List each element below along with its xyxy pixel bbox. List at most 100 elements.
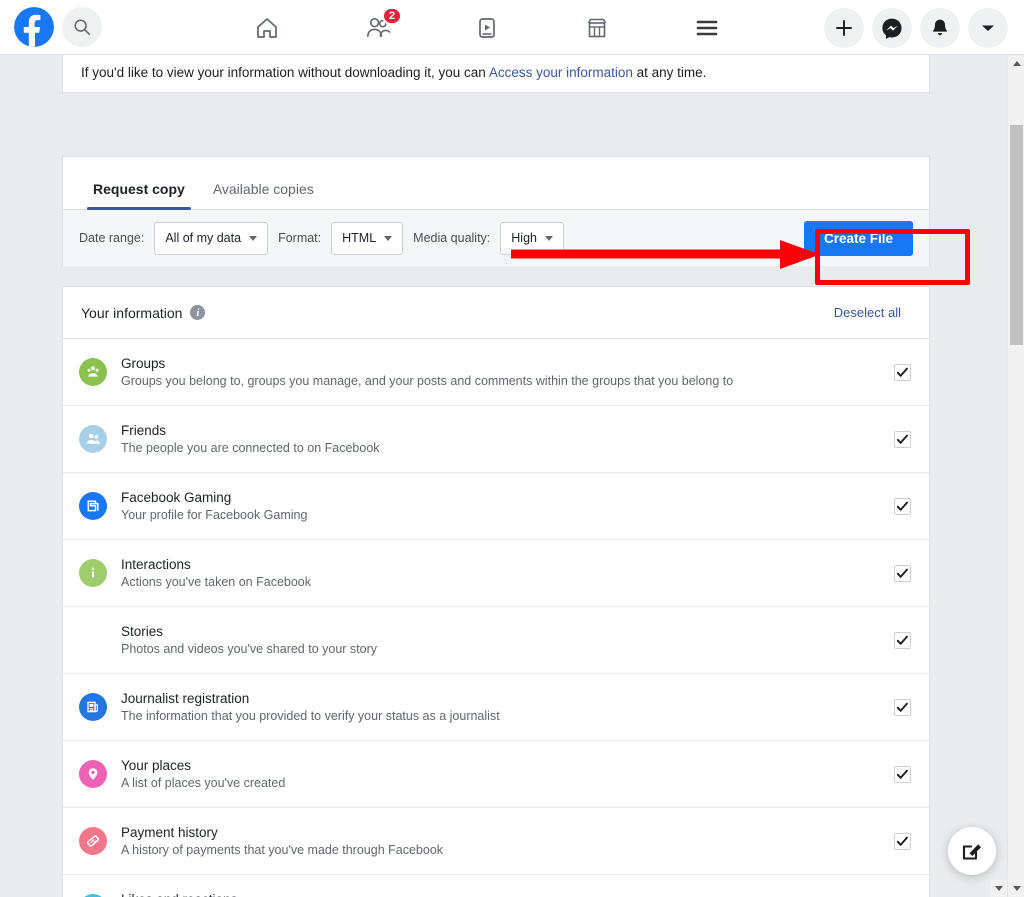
row-checkbox[interactable] [894, 632, 911, 649]
gaming-icon [79, 492, 107, 520]
row-title: Payment history [121, 825, 443, 840]
notice-text-before: If you'd like to view your information w… [81, 65, 489, 80]
checkmark-icon [896, 634, 909, 647]
media-quality-select[interactable]: High [500, 222, 564, 255]
checkmark-icon [896, 500, 909, 513]
information-row[interactable]: Payment historyA history of payments tha… [63, 808, 929, 875]
information-row[interactable]: InteractionsActions you've taken on Face… [63, 540, 929, 607]
nav-tab-watch[interactable] [432, 0, 542, 55]
row-checkbox[interactable] [894, 699, 911, 716]
info-icon[interactable]: i [190, 305, 205, 320]
bell-icon [930, 18, 950, 38]
compose-icon [960, 839, 984, 863]
notifications-button[interactable] [920, 8, 960, 48]
date-range-label: Date range: [79, 231, 144, 245]
access-your-information-link[interactable]: Access your information [489, 65, 633, 80]
information-rows-container: Groups Groups you belong to, groups you m… [63, 339, 929, 897]
search-icon [73, 18, 91, 36]
nav-left-group [0, 7, 102, 47]
stories-icon [79, 626, 107, 654]
row-checkbox[interactable] [894, 364, 911, 381]
messenger-button[interactable] [872, 8, 912, 48]
messenger-icon [881, 17, 903, 39]
row-text-group: Journalist registrationThe information t… [121, 691, 500, 723]
row-text-group: Groups Groups you belong to, groups you m… [121, 356, 733, 388]
row-text-group: Stories Photos and videos you've shared t… [121, 624, 377, 656]
deselect-all-button[interactable]: Deselect all [824, 299, 911, 326]
notice-text: If you'd like to view your information w… [81, 65, 706, 80]
scroll-up-arrow-icon [1013, 61, 1021, 66]
nav-tab-home[interactable] [212, 0, 322, 55]
information-row[interactable]: FriendsThe people you are connected to o… [63, 406, 929, 473]
filter-row: Date range: All of my data Format: HTML … [63, 210, 929, 266]
scrollbar-thumb[interactable] [1010, 125, 1023, 345]
row-description: The people you are connected to on Faceb… [121, 441, 380, 455]
top-navigation-bar: 2 [0, 0, 1024, 55]
row-title: Journalist registration [121, 691, 500, 706]
information-row[interactable]: Stories Photos and videos you've shared t… [63, 607, 929, 674]
create-button[interactable] [824, 8, 864, 48]
checkmark-icon [896, 701, 909, 714]
information-row[interactable]: Journalist registrationThe information t… [63, 674, 929, 741]
facebook-logo-icon[interactable] [14, 7, 54, 47]
information-row[interactable]: Likes and reactionsPosts, comments and P… [63, 875, 929, 897]
notice-text-after: at any time. [633, 65, 707, 80]
page-scroll-area: If you'd like to view your information w… [0, 55, 1007, 897]
tab-available-copies[interactable]: Available copies [199, 181, 328, 209]
row-title: Likes and reactions [121, 892, 446, 897]
nav-tab-menu[interactable] [652, 0, 762, 55]
caret-down-icon [249, 236, 257, 241]
row-title: Groups [121, 356, 733, 371]
plus-icon [835, 19, 853, 37]
friends-icon [79, 425, 107, 453]
payment-icon [79, 827, 107, 855]
hamburger-menu-icon [695, 18, 719, 38]
checkmark-icon [896, 433, 909, 446]
nav-center-tabs: 2 [212, 0, 762, 55]
page-scrollbar[interactable] [1007, 55, 1024, 897]
secondary-scroll-down-button[interactable] [990, 880, 1007, 897]
row-checkbox[interactable] [894, 766, 911, 783]
checkmark-icon [896, 366, 909, 379]
row-text-group: FriendsThe people you are connected to o… [121, 423, 380, 455]
your-information-panel: Your information i Deselect all GroupsGr… [62, 286, 930, 897]
row-checkbox[interactable] [894, 498, 911, 515]
format-select[interactable]: HTML [331, 222, 403, 255]
media-quality-value: High [511, 231, 537, 245]
tab-request-copy[interactable]: Request copy [79, 181, 199, 209]
search-button[interactable] [62, 7, 102, 47]
nav-tab-marketplace[interactable] [542, 0, 652, 55]
row-description: Groups you belong to, groups you manage,… [121, 374, 733, 388]
information-row[interactable]: Facebook GamingYour profile for Facebook… [63, 473, 929, 540]
row-description: Photos and videos you've shared to your … [121, 642, 377, 656]
media-quality-label: Media quality: [413, 231, 490, 245]
row-description: A list of places you've created [121, 776, 285, 790]
interactions-icon [79, 559, 107, 587]
watch-icon [475, 16, 499, 40]
scroll-down-arrow-icon [995, 886, 1003, 891]
caret-down-icon [545, 236, 553, 241]
groups-icon [79, 358, 107, 386]
nav-tab-friends[interactable]: 2 [322, 0, 432, 55]
account-menu-button[interactable] [968, 8, 1008, 48]
scrollbar-down-button[interactable] [1008, 880, 1024, 897]
home-icon [254, 15, 280, 41]
row-checkbox[interactable] [894, 565, 911, 582]
row-text-group: Facebook GamingYour profile for Facebook… [121, 490, 307, 522]
information-row[interactable]: Your places A list of places you've creat… [63, 741, 929, 808]
date-range-select[interactable]: All of my data [154, 222, 268, 255]
marketplace-icon [585, 16, 609, 40]
compose-fab-button[interactable] [948, 827, 996, 875]
format-label: Format: [278, 231, 321, 245]
caret-down-icon [384, 236, 392, 241]
row-checkbox[interactable] [894, 833, 911, 850]
row-checkbox[interactable] [894, 431, 911, 448]
access-info-notice-card: If you'd like to view your information w… [62, 55, 930, 93]
row-title: Your places [121, 758, 285, 773]
row-title: Stories [121, 624, 377, 639]
information-row[interactable]: Groups Groups you belong to, groups you m… [63, 339, 929, 406]
create-file-button[interactable]: Create File [804, 221, 913, 256]
nav-right-group [824, 0, 1008, 55]
scrollbar-up-button[interactable] [1008, 55, 1024, 72]
request-copy-panel: Request copy Available copies Date range… [62, 156, 930, 266]
